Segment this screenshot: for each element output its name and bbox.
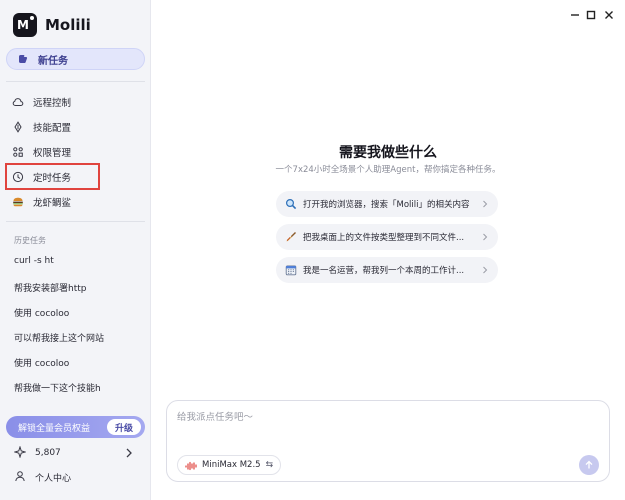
points-value: 5,807	[35, 448, 61, 458]
task-input[interactable]	[177, 409, 577, 425]
sidebar-item-permissions[interactable]: 权限管理	[12, 142, 71, 162]
model-name: MiniMax M2.5	[202, 460, 261, 470]
calendar-icon	[285, 264, 297, 276]
unlock-label: 解锁全量会员权益	[18, 423, 91, 434]
chevron-right-icon	[124, 447, 134, 462]
suggestion-label: 打开我的浏览器，搜索「Molili」的相关内容	[303, 200, 470, 210]
sidebar-item-lobster-hall[interactable]: 龙虾鲷鲨	[12, 192, 71, 212]
sidebar-item-remote-control[interactable]: 远程控制	[12, 92, 71, 112]
suggestion-label: 我是一名运营，帮我列一个本周的工作计...	[303, 266, 465, 276]
sidebar-divider	[6, 81, 145, 82]
suggestion-label: 把我桌面上的文件按类型整理到不同文件...	[303, 233, 465, 243]
send-button[interactable]	[579, 455, 599, 475]
upgrade-button[interactable]: 升级	[106, 419, 141, 435]
points-row[interactable]: 5,807	[13, 444, 134, 462]
minimize-icon[interactable]	[568, 8, 582, 22]
unlock-membership-banner[interactable]: 解锁全量会员权益 升级	[6, 416, 145, 438]
sidebar-item-label: 龙虾鲷鲨	[33, 198, 72, 209]
main-panel: 需要我做些什么 一个7x24小时全场景个人助理Agent，帮你搞定各种任务。 打…	[151, 0, 625, 500]
user-center-item[interactable]: 个人中心	[14, 469, 71, 485]
chevron-right-icon	[481, 232, 489, 242]
suggestion-chip[interactable]: 把我桌面上的文件按类型整理到不同文件...	[276, 224, 498, 250]
history-item[interactable]: 使用 cocoloo	[14, 306, 69, 319]
history-section-title: 历史任务	[14, 236, 46, 245]
history-item[interactable]: curl -s ht	[14, 256, 54, 266]
chevron-right-icon	[481, 199, 489, 209]
user-icon	[14, 470, 26, 485]
sparkle-icon	[13, 444, 27, 461]
new-task-label: 新任务	[38, 55, 68, 67]
suggestion-chip[interactable]: 我是一名运营，帮我列一个本周的工作计...	[276, 257, 498, 283]
history-item[interactable]: 可以帮我接上这个网站	[14, 331, 104, 344]
new-task-icon	[17, 53, 29, 65]
new-task-button[interactable]: 新任务	[6, 48, 145, 70]
history-item[interactable]: 帮我做一下这个技能h	[14, 381, 101, 394]
page-subtitle: 一个7x24小时全场景个人助理Agent，帮你搞定各种任务。	[275, 165, 501, 175]
bolt-icon	[12, 121, 24, 133]
sidebar-item-skill-config[interactable]: 技能配置	[12, 117, 71, 137]
sidebar: M Molili 新任务 远程控制 技能配置 权限管理 定时任务 龙虾鲷鲨 历史…	[0, 0, 151, 500]
molili-logo: M	[13, 13, 37, 37]
broom-icon	[285, 231, 297, 243]
grid-icon	[12, 146, 24, 158]
search-icon	[285, 198, 297, 210]
page-title: 需要我做些什么	[339, 145, 437, 161]
scheduled-tasks-highlight	[5, 163, 100, 190]
history-item[interactable]: 使用 cocoloo	[14, 356, 69, 369]
maximize-icon[interactable]	[584, 8, 598, 22]
burger-icon	[12, 196, 24, 208]
app-window: M Molili 新任务 远程控制 技能配置 权限管理 定时任务 龙虾鲷鲨 历史…	[0, 0, 625, 500]
model-logo-icon	[185, 456, 197, 475]
user-center-label: 个人中心	[35, 473, 72, 484]
swap-icon: ⇆	[265, 460, 274, 470]
sidebar-item-label: 技能配置	[33, 123, 72, 134]
close-icon[interactable]	[602, 8, 616, 22]
history-item[interactable]: 帮我安装部署http	[14, 281, 86, 294]
task-composer: MiniMax M2.5 ⇆	[166, 400, 610, 482]
sidebar-item-label: 权限管理	[33, 148, 72, 159]
cloud-icon	[12, 96, 24, 108]
sidebar-item-label: 远程控制	[33, 98, 72, 109]
sidebar-divider	[6, 221, 145, 222]
brand: M Molili	[13, 13, 91, 37]
chevron-right-icon	[481, 265, 489, 275]
app-name: Molili	[45, 16, 91, 34]
model-selector[interactable]: MiniMax M2.5 ⇆	[177, 455, 282, 475]
suggestion-chip[interactable]: 打开我的浏览器，搜索「Molili」的相关内容	[276, 191, 498, 217]
